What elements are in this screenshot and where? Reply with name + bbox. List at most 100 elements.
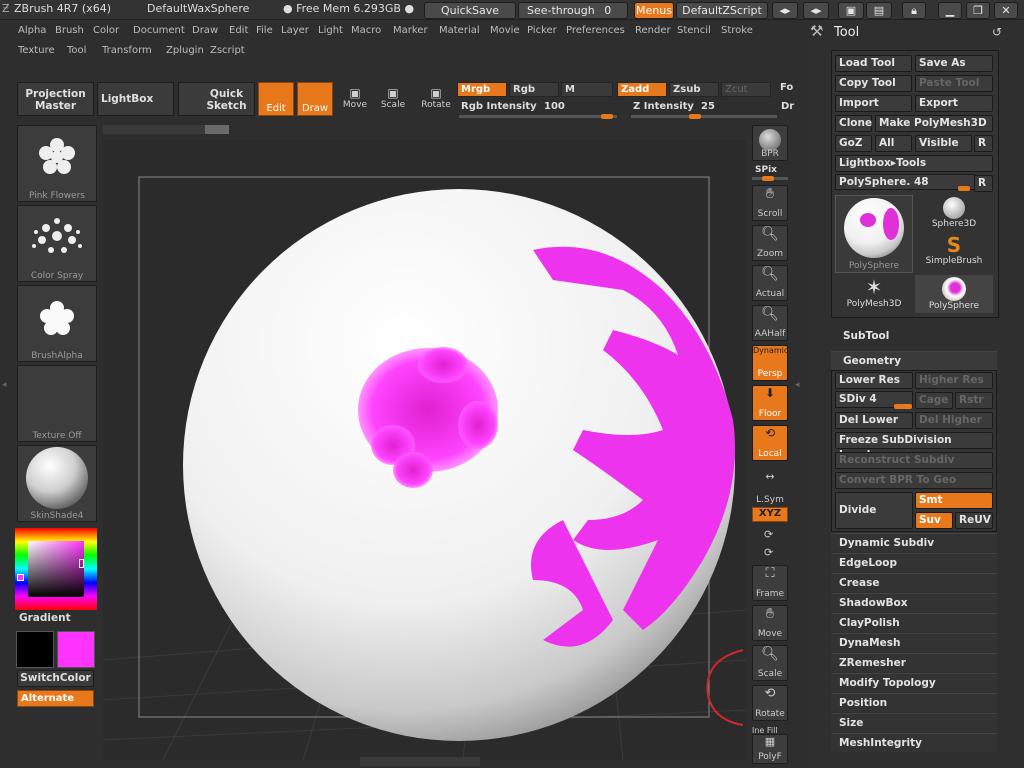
material-thumbnail[interactable]: SkinShade4 [17,445,97,522]
menu-preferences[interactable]: Preferences [566,25,625,36]
document-scrollbar[interactable] [103,125,229,134]
menu-layer[interactable]: Layer [281,25,309,36]
section-position[interactable]: Position [831,693,997,712]
maximize-icon[interactable]: ❐ [966,2,990,19]
section-shadowbox[interactable]: ShadowBox [831,593,997,612]
menu-stencil[interactable]: Stencil [677,25,711,36]
menu-material[interactable]: Material [439,25,480,36]
r-button[interactable]: R [974,135,993,152]
quick-sketch-button[interactable]: Quick Sketch [178,82,255,116]
scrollbar-thumb[interactable] [205,125,229,134]
stroke-thumbnail[interactable]: Color Spray [17,205,97,282]
xyz-button[interactable]: XYZ [752,507,788,522]
saturation-square[interactable] [28,541,84,597]
section-meshintegrity[interactable]: MeshIntegrity [831,733,997,752]
del-higher-button[interactable]: Del Higher [915,412,993,429]
freeze-subdivision-button[interactable]: Freeze SubDivision Levels [835,432,993,461]
menu-light[interactable]: Light [318,25,343,36]
scale-view-button[interactable]: 🔍︎ Scale [752,645,788,681]
reuv-button[interactable]: ReUV [955,512,993,529]
spix-knob[interactable] [762,176,774,181]
menu-edit[interactable]: Edit [229,25,248,36]
copy-tool-button[interactable]: Copy Tool [835,75,912,92]
quicksave-button[interactable]: QuickSave [424,2,516,19]
higher-res-button[interactable]: Higher Res [915,372,993,389]
menu-zscript[interactable]: Zscript [210,45,245,56]
reconstruct-subdiv-button[interactable]: Reconstruct Subdiv [835,452,993,469]
rgb-intensity-knob[interactable] [601,114,613,119]
z-intensity-knob[interactable] [689,114,701,119]
actual-button[interactable]: 🔍︎ Actual [752,265,788,301]
draw-button[interactable]: Draw [297,82,333,116]
menu-transform[interactable]: Transform [102,45,152,56]
bottom-tray-handle[interactable] [360,757,480,766]
frame-button[interactable]: ⛶ Frame [752,565,788,601]
projection-master-button[interactable]: Projection Master [17,82,94,116]
gradient-label[interactable]: Gradient [19,612,71,624]
section-dynamic-subdiv[interactable]: Dynamic Subdiv [831,533,997,552]
spix-slider[interactable]: SPix [755,165,777,175]
hue-marker[interactable] [17,574,24,581]
tool-title[interactable]: Tool [834,25,859,40]
floor-button[interactable]: ⬇ Floor [752,385,788,421]
minimize-icon[interactable]: ▁ [938,2,962,19]
polysphere-tile-small[interactable]: PolySphere [915,275,993,313]
menu-picker[interactable]: Picker [527,25,557,36]
menu-marker[interactable]: Marker [393,25,428,36]
subtool-section[interactable]: SubTool [843,330,889,342]
convert-bpr-button[interactable]: Convert BPR To Geo [835,472,993,489]
clone-button[interactable]: Clone [835,115,872,132]
reset-icon[interactable]: ↺ [992,25,1002,39]
section-zremesher[interactable]: ZRemesher [831,653,997,672]
secondary-color-swatch[interactable] [57,631,95,668]
zadd-button[interactable]: Zadd [617,82,667,97]
divide-button[interactable]: Divide [835,492,913,529]
move-button[interactable]: ▣ Move [340,86,370,110]
palette-arrows-icon[interactable]: ◂▸ [772,2,798,19]
sdiv-knob[interactable] [894,404,912,409]
move-view-button[interactable]: ✋︎ Move [752,605,788,641]
cage-button[interactable]: Cage [915,392,953,409]
section-dynamesh[interactable]: DynaMesh [831,633,997,652]
section-crease[interactable]: Crease [831,573,997,592]
main-color-swatch[interactable] [16,631,54,668]
switchcolor-button[interactable]: SwitchColor [17,670,94,687]
menu-alpha[interactable]: Alpha [18,25,46,36]
scroll-button[interactable]: ✋︎ Scroll [752,185,788,221]
rgb-intensity-slider[interactable]: Rgb Intensity 100 [459,101,619,121]
menu-stroke[interactable]: Stroke [721,25,753,36]
save-as-button[interactable]: Save As [915,55,993,72]
color-marker[interactable] [79,559,84,568]
z-intensity-slider[interactable]: Z Intensity 25 [631,101,779,121]
scale-button[interactable]: ▣ Scale [378,86,408,110]
rotate-z-icon[interactable]: ⟳ [764,546,773,559]
simplebrush-tile[interactable]: S SimpleBrush [915,234,993,272]
menu-draw[interactable]: Draw [192,25,218,36]
right-tray-arrow-icon[interactable]: ◂ [795,380,800,390]
brush-thumbnail[interactable]: Pink Flowers [17,125,97,202]
section-modify-topology[interactable]: Modify Topology [831,673,997,692]
close-icon[interactable]: ✕ [994,2,1018,19]
visible-button[interactable]: Visible [915,135,972,152]
section-claypolish[interactable]: ClayPolish [831,613,997,632]
lock-icon[interactable]: 🔒︎ [902,2,926,19]
lsym-button[interactable]: ↔ L.Sym [752,470,788,506]
smt-button[interactable]: Smt [915,492,993,509]
local-button[interactable]: ⟲ Local [752,425,788,461]
texture-thumbnail[interactable]: Texture Off [17,365,97,442]
menus-button[interactable]: Menus [634,2,674,19]
del-lower-button[interactable]: Del Lower [835,412,913,429]
zcut-button[interactable]: Zcut [721,82,771,97]
all-button[interactable]: All [875,135,912,152]
layout-icon[interactable]: ▣ [838,2,864,19]
m-button[interactable]: M [561,82,613,97]
polyf-button[interactable]: ▦ PolyF [752,734,788,764]
alternate-button[interactable]: Alternate [17,690,94,707]
polysphere-knob[interactable] [958,186,970,191]
make-polymesh3d-button[interactable]: Make PolyMesh3D [875,115,993,132]
edit-button[interactable]: Edit [258,82,294,116]
left-tray-arrow-icon[interactable]: ◂ [2,380,10,400]
zoom-button[interactable]: 🔍︎ Zoom [752,225,788,261]
bpr-button[interactable]: BPR [752,125,788,161]
lightbox-button[interactable]: LightBox [97,82,174,116]
